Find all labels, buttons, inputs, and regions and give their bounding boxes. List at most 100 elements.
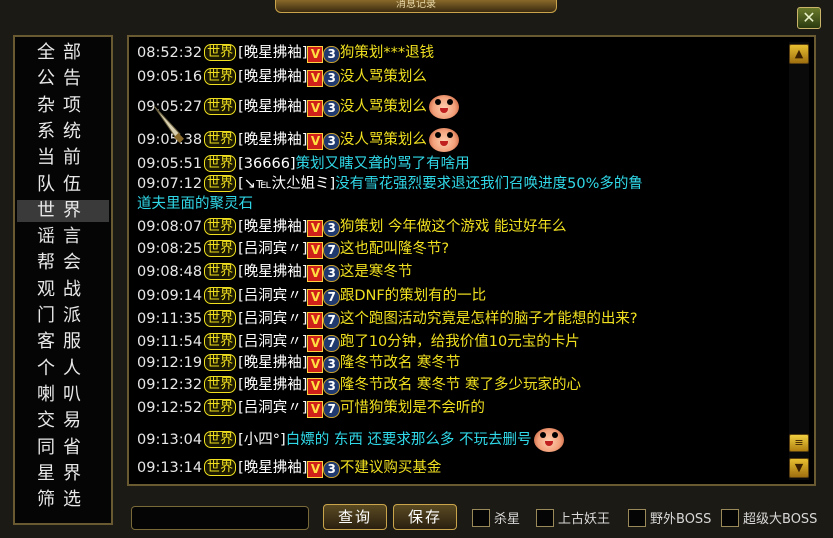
sidebar-item[interactable]: 队伍 — [17, 174, 109, 196]
message-time: 09:12:32 — [137, 377, 203, 393]
emoticon-face-icon — [428, 128, 459, 152]
message-text: 可惜狗策划是不会听的 — [339, 400, 485, 416]
sidebar-item[interactable]: 交易 — [17, 410, 109, 432]
chat-log-window: 消息记录 ✕ 全部 公告 杂项 系统 当前 队伍 世界 谣言 帮会 观战 门派 客服 个人 喇叭 交易 同省星… — [0, 0, 833, 538]
vip-badge-icon: V — [307, 401, 324, 418]
scroll-up-button[interactable]: ▲ — [789, 44, 809, 64]
sidebar-item[interactable]: 同省 — [17, 437, 109, 459]
filter-super-boss[interactable]: 超级大BOSS — [721, 509, 817, 529]
sidebar-item[interactable]: 筛选 — [17, 489, 109, 511]
message-text: 白嫖的 东西 还要求那么多 不玩去删号 — [285, 432, 532, 448]
vip-badge-icon: V — [307, 289, 324, 306]
sender-name[interactable]: [吕洞宾〃] — [238, 288, 307, 304]
message-text: 没有雪花强烈要求退还我们召唤进度50%多的鲁 — [335, 176, 643, 192]
message-time: 09:05:16 — [137, 69, 203, 85]
filter-ancient-demon-king[interactable]: 上古妖王 — [536, 509, 610, 529]
message-text: 狗策划 今年做这个游戏 能过好年么 — [339, 219, 567, 235]
chat-message: 09:08:25 世界 [吕洞宾〃] V 7 这也配叫隆冬节? — [137, 239, 449, 259]
sidebar-item[interactable]: 门派 — [17, 305, 109, 327]
query-button[interactable]: 查询 — [323, 504, 387, 530]
sender-name[interactable]: [36666] — [238, 156, 295, 172]
sender-name[interactable]: [晚星拂袖] — [238, 99, 307, 115]
level-badge: 3 — [323, 133, 340, 150]
emoticon-face-icon — [428, 95, 459, 119]
chat-message: 09:05:16 世界 [晚星拂袖] V 3 没人骂策划么 — [137, 67, 427, 87]
message-text: 跑了10分钟，给我价值10元宝的卡片 — [339, 334, 580, 350]
sender-name[interactable]: [晚星拂袖] — [238, 264, 307, 280]
world-channel-tag: 世界 — [204, 175, 237, 192]
sidebar-item[interactable]: 观战 — [17, 279, 109, 301]
checkbox[interactable] — [721, 509, 739, 527]
window-title-bar: 消息记录 — [275, 0, 557, 13]
sword-cursor-icon — [153, 105, 184, 143]
world-channel-tag: 世界 — [204, 263, 237, 280]
message-time: 09:12:52 — [137, 400, 203, 416]
message-text: 没人骂策划么 — [339, 69, 427, 85]
world-channel-tag: 世界 — [204, 376, 237, 393]
sender-name[interactable]: [晚星拂袖] — [238, 355, 307, 371]
sidebar-item[interactable]: 世界 — [17, 199, 109, 222]
sidebar-item[interactable]: 喇叭 — [17, 384, 109, 406]
scroll-thumb[interactable]: ≡ — [789, 434, 809, 452]
message-text: 道夫里面的聚灵石 — [137, 196, 253, 212]
sidebar-item[interactable]: 杂项 — [17, 95, 109, 117]
world-channel-tag: 世界 — [204, 155, 237, 172]
sidebar-item[interactable]: 谣言 — [17, 226, 109, 248]
sender-name[interactable]: [吕洞宾〃] — [238, 311, 307, 327]
filter-label: 上古妖王 — [558, 512, 611, 527]
message-text: 隆冬节改名 寒冬节 寒了多少玩家的心 — [339, 377, 582, 393]
message-time: 08:52:32 — [137, 45, 203, 61]
sender-name[interactable]: [晚星拂袖] — [238, 69, 307, 85]
level-badge: 3 — [323, 378, 340, 395]
scroll-down-button[interactable]: ▼ — [789, 458, 809, 478]
sender-name[interactable]: [小四°] — [238, 432, 286, 448]
sender-name[interactable]: [↘℡汏尐姐ミ] — [238, 176, 335, 192]
sender-name[interactable]: [晚星拂袖] — [238, 45, 307, 61]
sidebar-item[interactable]: 个人 — [17, 358, 109, 380]
close-button[interactable]: ✕ — [797, 7, 821, 29]
sidebar-item[interactable]: 客服 — [17, 331, 109, 353]
search-input[interactable] — [131, 506, 309, 530]
vip-badge-icon: V — [307, 356, 324, 373]
sender-name[interactable]: [吕洞宾〃] — [238, 400, 307, 416]
sender-name[interactable]: [吕洞宾〃] — [238, 334, 307, 350]
level-badge: 3 — [323, 100, 340, 117]
level-badge: 7 — [323, 401, 340, 418]
checkbox[interactable] — [472, 509, 490, 527]
sidebar-item[interactable]: 当前 — [17, 147, 109, 169]
channel-sidebar: 全部公告杂项系统当前队伍世界谣言帮会观战门派客服个人喇叭交易同省星界筛选 — [13, 35, 113, 525]
world-channel-tag: 世界 — [204, 431, 237, 448]
world-channel-tag: 世界 — [204, 287, 237, 304]
filter-kill-star[interactable]: 杀星 — [472, 509, 520, 529]
filter-label: 野外BOSS — [650, 512, 712, 527]
message-time: 09:13:04 — [137, 432, 203, 448]
filter-field-boss[interactable]: 野外BOSS — [628, 509, 711, 529]
vip-badge-icon: V — [307, 378, 324, 395]
world-channel-tag: 世界 — [204, 98, 237, 115]
sidebar-item[interactable]: 帮会 — [17, 252, 109, 274]
sidebar-item[interactable]: 系统 — [17, 121, 109, 143]
sender-name[interactable]: [吕洞宾〃] — [238, 241, 307, 257]
save-button[interactable]: 保存 — [393, 504, 457, 530]
sidebar-item[interactable]: 星界 — [17, 463, 109, 485]
sidebar-item[interactable]: 公告 — [17, 68, 109, 90]
sender-name[interactable]: [晚星拂袖] — [238, 460, 307, 476]
scrollbar[interactable]: ▲ ≡ ▼ — [789, 42, 809, 480]
checkbox[interactable] — [628, 509, 646, 527]
checkbox[interactable] — [536, 509, 554, 527]
chat-message: 09:07:12 世界 [↘℡汏尐姐ミ]没有雪花强烈要求退还我们召唤进度50%多的鲁 — [137, 174, 643, 194]
level-badge: 7 — [323, 242, 340, 259]
message-time: 09:12:19 — [137, 355, 203, 371]
sender-name[interactable]: [晚星拂袖] — [238, 132, 307, 148]
filter-label: 超级大BOSS — [743, 512, 818, 527]
sidebar-item[interactable]: 全部 — [17, 42, 109, 64]
sender-name[interactable]: [晚星拂袖] — [238, 219, 307, 235]
vip-badge-icon: V — [307, 265, 324, 282]
message-text: 没人骂策划么 — [339, 99, 427, 115]
vip-badge-icon: V — [307, 335, 324, 352]
message-text: 这是寒冬节 — [339, 264, 413, 280]
message-text: 策划又瞎又聋的骂了有啥用 — [295, 156, 470, 172]
world-channel-tag: 世界 — [204, 310, 237, 327]
sender-name[interactable]: [晚星拂袖] — [238, 377, 307, 393]
world-channel-tag: 世界 — [204, 459, 237, 476]
